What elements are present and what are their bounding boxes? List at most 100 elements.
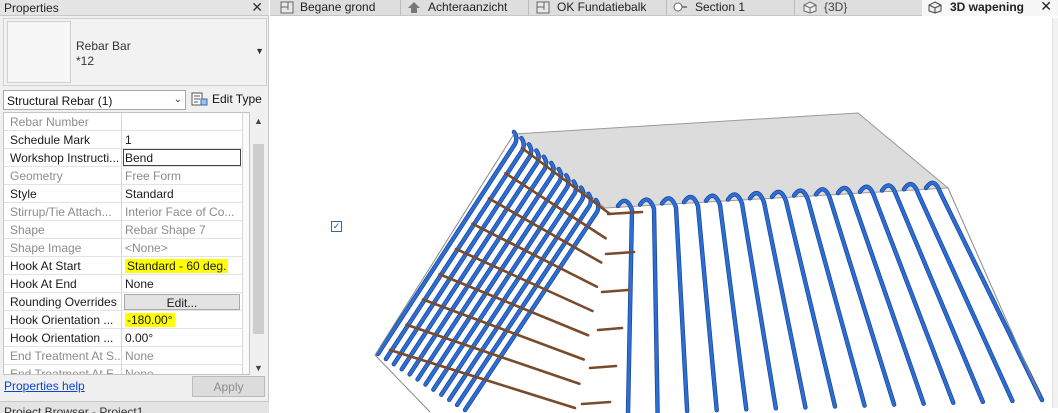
properties-scrollbar[interactable]: ▲ ▼ bbox=[250, 112, 267, 375]
property-value[interactable]: 0.00° bbox=[122, 329, 242, 347]
row-gutter bbox=[242, 347, 249, 365]
scroll-up-icon[interactable]: ▲ bbox=[254, 116, 263, 126]
rebar-vertical bbox=[880, 184, 985, 404]
property-label: Shape Image bbox=[4, 239, 122, 257]
filter-label: Structural Rebar (1) bbox=[7, 94, 113, 108]
property-row-workshop-instructions[interactable]: Workshop Instructi... Bend bbox=[4, 149, 249, 167]
type-selector[interactable]: Rebar Bar *12 ▼ bbox=[3, 18, 267, 86]
properties-title-bar: Properties ✕ bbox=[0, 0, 269, 16]
3d-view-icon bbox=[803, 1, 817, 14]
tab-label: Achteraanzicht bbox=[428, 0, 508, 14]
property-value[interactable]: None bbox=[122, 275, 242, 293]
property-label: Geometry bbox=[4, 167, 122, 185]
property-row-stirrup-tie-attachment: Stirrup/Tie Attach... Interior Face of C… bbox=[4, 203, 249, 221]
project-browser-title: Project Browser - Project1 bbox=[4, 405, 144, 413]
property-value: Interior Face of Co... bbox=[125, 205, 235, 219]
rebar-3d-model[interactable] bbox=[270, 16, 1058, 413]
edit-type-label: Edit Type bbox=[212, 92, 262, 106]
row-gutter bbox=[242, 167, 249, 185]
property-label: End Treatment At E... bbox=[4, 365, 122, 374]
elevation-icon bbox=[408, 2, 420, 13]
row-gutter bbox=[242, 149, 249, 167]
property-label: Workshop Instructi... bbox=[4, 149, 122, 167]
property-label: Hook Orientation ... bbox=[4, 329, 122, 347]
row-gutter bbox=[242, 329, 249, 347]
tab-achteraanzicht[interactable]: Achteraanzicht bbox=[400, 0, 528, 16]
apply-button[interactable]: Apply bbox=[192, 376, 265, 397]
rebar-sloped bbox=[439, 179, 578, 397]
instance-filter-dropdown[interactable]: Structural Rebar (1) ⌄ bbox=[3, 90, 186, 110]
tab-3d[interactable]: {3D} bbox=[794, 0, 918, 16]
row-gutter bbox=[242, 239, 249, 257]
property-row-rebar-number: Rebar Number bbox=[4, 113, 249, 131]
selection-checkbox[interactable]: ✓ bbox=[331, 221, 342, 232]
rebar-sloped bbox=[447, 186, 585, 402]
property-row-geometry: Geometry Free Form bbox=[4, 167, 249, 185]
dropdown-arrow-icon[interactable]: ▼ bbox=[255, 46, 264, 56]
properties-grid: Rebar Number Schedule Mark 1 Workshop In… bbox=[3, 112, 250, 375]
highlighted-value: Standard - 60 deg. bbox=[125, 259, 229, 273]
tab-begane-grond[interactable]: Begane grond bbox=[280, 0, 392, 16]
row-gutter bbox=[242, 257, 249, 275]
scroll-thumb[interactable] bbox=[253, 144, 264, 334]
row-gutter bbox=[242, 365, 249, 374]
property-value[interactable]: 1 bbox=[122, 131, 242, 149]
property-value: None bbox=[125, 367, 154, 375]
properties-help-link[interactable]: Properties help bbox=[4, 379, 85, 393]
property-value[interactable]: Bend bbox=[122, 149, 242, 167]
tab-label: 3D wapening bbox=[950, 0, 1025, 14]
property-label: End Treatment At S... bbox=[4, 347, 122, 365]
row-gutter bbox=[242, 203, 249, 221]
property-label: Rounding Overrides bbox=[4, 293, 122, 311]
highlighted-value: -180.00° bbox=[125, 313, 175, 327]
property-row-hook-orientation-end[interactable]: Hook Orientation ... 0.00° bbox=[4, 329, 249, 347]
row-gutter bbox=[242, 293, 249, 311]
3d-viewport[interactable]: ✓ bbox=[270, 16, 1058, 413]
type-preview-image bbox=[7, 21, 71, 83]
property-value[interactable]: Standard - 60 deg. bbox=[122, 257, 242, 275]
property-label: Style bbox=[4, 185, 122, 203]
property-row-hook-at-start[interactable]: Hook At Start Standard - 60 deg. bbox=[4, 257, 249, 275]
property-label: Shape bbox=[4, 221, 122, 239]
property-value: Free Form bbox=[125, 169, 182, 183]
property-value: None bbox=[125, 349, 154, 363]
property-row-rounding-overrides[interactable]: Rounding Overrides Edit... bbox=[4, 293, 249, 311]
property-row-hook-at-end[interactable]: Hook At End None bbox=[4, 275, 249, 293]
property-row-hook-orientation-start[interactable]: Hook Orientation ... -180.00° bbox=[4, 311, 249, 329]
viewport-scrollbar[interactable] bbox=[1052, 18, 1058, 408]
close-tab-icon[interactable]: ✕ bbox=[1040, 0, 1052, 15]
properties-title: Properties bbox=[4, 1, 59, 15]
property-value bbox=[122, 113, 242, 131]
edit-type-button[interactable]: Edit Type bbox=[190, 90, 264, 110]
property-value[interactable]: Standard bbox=[122, 185, 242, 203]
rebar-hook-end bbox=[580, 400, 612, 406]
property-value[interactable]: -180.00° bbox=[122, 311, 242, 329]
rebar-vertical bbox=[924, 181, 1044, 402]
3d-view-icon bbox=[928, 1, 942, 14]
project-browser-title-bar[interactable]: Project Browser - Project1 bbox=[0, 401, 269, 413]
property-row-schedule-mark[interactable]: Schedule Mark 1 bbox=[4, 131, 249, 149]
rebar-vertical-outline bbox=[659, 196, 690, 413]
row-gutter bbox=[242, 131, 249, 149]
property-row-end-treatment-start: End Treatment At S... None bbox=[4, 347, 249, 365]
tab-ok-fundatiebalk[interactable]: OK Fundatiebalk bbox=[528, 0, 666, 16]
rebar-hook-end bbox=[600, 288, 630, 294]
edit-type-icon bbox=[191, 92, 208, 106]
tab-label: {3D} bbox=[824, 0, 848, 14]
property-value: <None> bbox=[125, 241, 168, 255]
row-gutter bbox=[242, 221, 249, 239]
tab-section-1[interactable]: Section 1 bbox=[666, 0, 794, 16]
property-row-end-treatment-end: End Treatment At E... None bbox=[4, 365, 249, 375]
rounding-overrides-edit-button[interactable]: Edit... bbox=[124, 294, 240, 310]
close-icon[interactable]: ✕ bbox=[251, 0, 263, 16]
tab-label: Section 1 bbox=[695, 0, 746, 14]
rebar-hook-end bbox=[596, 326, 624, 332]
row-gutter bbox=[242, 185, 249, 203]
property-value: Rebar Shape 7 bbox=[125, 223, 206, 237]
tab-3d-wapening[interactable]: 3D wapening ✕ bbox=[922, 0, 1058, 16]
rebar-hook-end bbox=[588, 364, 618, 370]
rebar-vertical bbox=[902, 182, 1014, 403]
property-row-style[interactable]: Style Standard bbox=[4, 185, 249, 203]
row-gutter bbox=[242, 275, 249, 293]
scroll-down-icon[interactable]: ▼ bbox=[254, 363, 263, 373]
